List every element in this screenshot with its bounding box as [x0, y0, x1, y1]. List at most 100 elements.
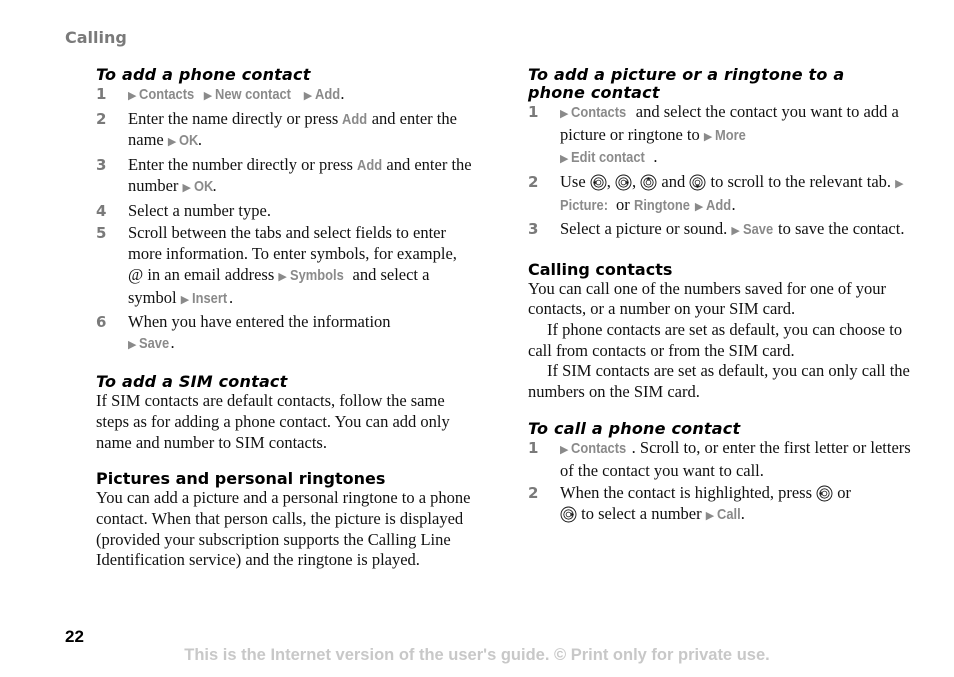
call-phone-steps: 1 ▶ Contacts. Scroll to, or enter the fir…	[528, 438, 913, 527]
menu-contacts: Contacts	[571, 439, 627, 457]
heading-add-sim-contact: To add a SIM contact	[96, 372, 288, 392]
step-4: 4 Select a number type.	[96, 201, 476, 222]
arrow-icon: ▶	[303, 90, 313, 102]
nav-down-icon	[689, 174, 706, 191]
arrow-icon: ▶	[180, 293, 190, 306]
arrow-icon: ▶	[705, 509, 715, 522]
step-number: 3	[96, 155, 107, 174]
menu-more: More	[715, 126, 747, 144]
arrow-icon: ▶	[128, 338, 137, 351]
arrow-icon: ▶	[560, 153, 569, 166]
step-number: 2	[96, 109, 107, 128]
menu-picture: Picture:	[560, 196, 609, 214]
menu-add: Add	[357, 156, 383, 174]
step-text: When the contact is highlighted, press	[560, 483, 817, 503]
menu-save: Save	[139, 334, 170, 352]
arrow-icon: ▶	[560, 108, 569, 120]
arrow-icon: ▶	[203, 90, 213, 102]
step-2: 2 When the contact is highlighted, press…	[528, 483, 913, 526]
menu-add: Add	[315, 86, 341, 103]
step-1: 1 ▶ Contacts ▶ New contact ▶ Add.	[96, 84, 476, 107]
step-1: 1 ▶ Contacts and select the contact you w…	[528, 102, 913, 170]
heading-call-phone-contact: To call a phone contact	[528, 418, 741, 438]
step-text: to save the contact.	[773, 219, 905, 239]
step-2: 2 Use , , and to scroll to the relevant …	[528, 172, 913, 217]
punct: .	[653, 147, 658, 167]
step-text: or	[833, 483, 852, 503]
menu-edit-contact: Edit contact	[571, 149, 646, 167]
nav-left-icon	[590, 174, 607, 191]
arrow-icon: ▶	[128, 90, 137, 102]
step-text: Enter the name directly or press	[128, 108, 343, 128]
calling-contacts-p3: If SIM contacts are set as default, you …	[528, 361, 910, 402]
step-text: and	[657, 171, 690, 191]
step-text: Select a number type.	[128, 200, 271, 220]
arrow-icon: ▶	[694, 200, 704, 213]
right-column: To add a picture or a ringtone to a phon…	[528, 66, 913, 528]
step-number: 5	[96, 224, 107, 243]
arrow-icon: ▶	[895, 177, 904, 190]
punct: .	[731, 194, 736, 214]
footer-notice: This is the Internet version of the user…	[184, 646, 770, 664]
step-2: 2 Enter the name directly or press Add a…	[96, 109, 476, 153]
punct: .	[229, 287, 234, 307]
heading-pictures-ringtones: Pictures and personal ringtones	[96, 469, 386, 489]
heading-calling-contacts: Calling contacts	[528, 259, 673, 279]
menu-new-contact: New contact	[215, 86, 292, 103]
step-number: 1	[96, 85, 107, 103]
section-title: Calling	[65, 28, 127, 47]
punct: .	[740, 503, 745, 523]
menu-contacts: Contacts	[571, 104, 627, 121]
step-number: 3	[528, 220, 539, 239]
left-column: To add a phone contact 1 ▶ Contacts ▶ New …	[96, 66, 476, 571]
calling-contacts-p2: If phone contacts are set as default, yo…	[528, 320, 903, 360]
punct: ,	[606, 171, 616, 191]
step-text: Enter the number directly or press	[128, 154, 358, 174]
step-text: or	[611, 194, 634, 214]
menu-save: Save	[742, 221, 773, 239]
punct: .	[170, 332, 175, 352]
arrow-icon: ▶	[703, 130, 713, 143]
nav-right-icon	[615, 174, 632, 191]
menu-add: Add	[706, 196, 732, 214]
step-text: Use	[560, 171, 590, 191]
add-picture-steps: 1 ▶ Contacts and select the contact you w…	[528, 102, 913, 242]
step-number: 1	[528, 438, 539, 457]
menu-call: Call	[717, 505, 741, 523]
punct: ,	[632, 171, 641, 191]
add-phone-contact-steps: 1 ▶ Contacts ▶ New contact ▶ Add. 2 Enter t…	[96, 84, 476, 355]
arrow-icon: ▶	[560, 443, 569, 456]
calling-contacts-p1: You can call one of the numbers saved fo…	[528, 278, 887, 319]
step-3: 3 Enter the number directly or press Add…	[96, 155, 476, 199]
sim-contact-body: If SIM contacts are default contacts, fo…	[96, 391, 450, 452]
step-6: 6 When you have entered the information …	[96, 312, 476, 355]
page-number: 22	[65, 627, 84, 646]
nav-right-icon	[560, 506, 577, 523]
arrow-icon: ▶	[731, 225, 740, 238]
step-3: 3 Select a picture or sound. ▶ Save to sa…	[528, 219, 913, 242]
step-number: 1	[528, 103, 539, 121]
arrow-icon: ▶	[278, 270, 287, 283]
step-number: 2	[528, 172, 539, 191]
step-number: 4	[96, 201, 107, 220]
menu-ringtone: Ringtone	[633, 196, 690, 214]
menu-ok: OK	[179, 132, 199, 150]
menu-insert: Insert	[192, 289, 228, 307]
arrow-icon: ▶	[167, 136, 177, 149]
heading-add-phone-contact: To add a phone contact	[96, 65, 311, 84]
menu-ok: OK	[194, 178, 214, 196]
menu-add: Add	[342, 110, 368, 128]
step-number: 2	[528, 484, 539, 503]
step-5: 5 Scroll between the tabs and select fie…	[96, 223, 476, 310]
menu-contacts: Contacts	[139, 86, 195, 103]
punct: .	[340, 84, 345, 103]
pictures-body: You can add a picture and a personal rin…	[96, 488, 471, 570]
step-text: When you have entered the information	[128, 312, 391, 332]
step-text: Select a picture or sound.	[560, 219, 732, 239]
menu-symbols: Symbols	[289, 266, 344, 284]
heading-add-picture-ringtone: To add a picture or a ringtone to a phon…	[528, 65, 845, 102]
step-text: to select a number	[577, 503, 706, 523]
nav-left-icon	[816, 485, 833, 502]
step-1: 1 ▶ Contacts. Scroll to, or enter the fir…	[528, 438, 913, 481]
arrow-icon: ▶	[182, 182, 191, 195]
